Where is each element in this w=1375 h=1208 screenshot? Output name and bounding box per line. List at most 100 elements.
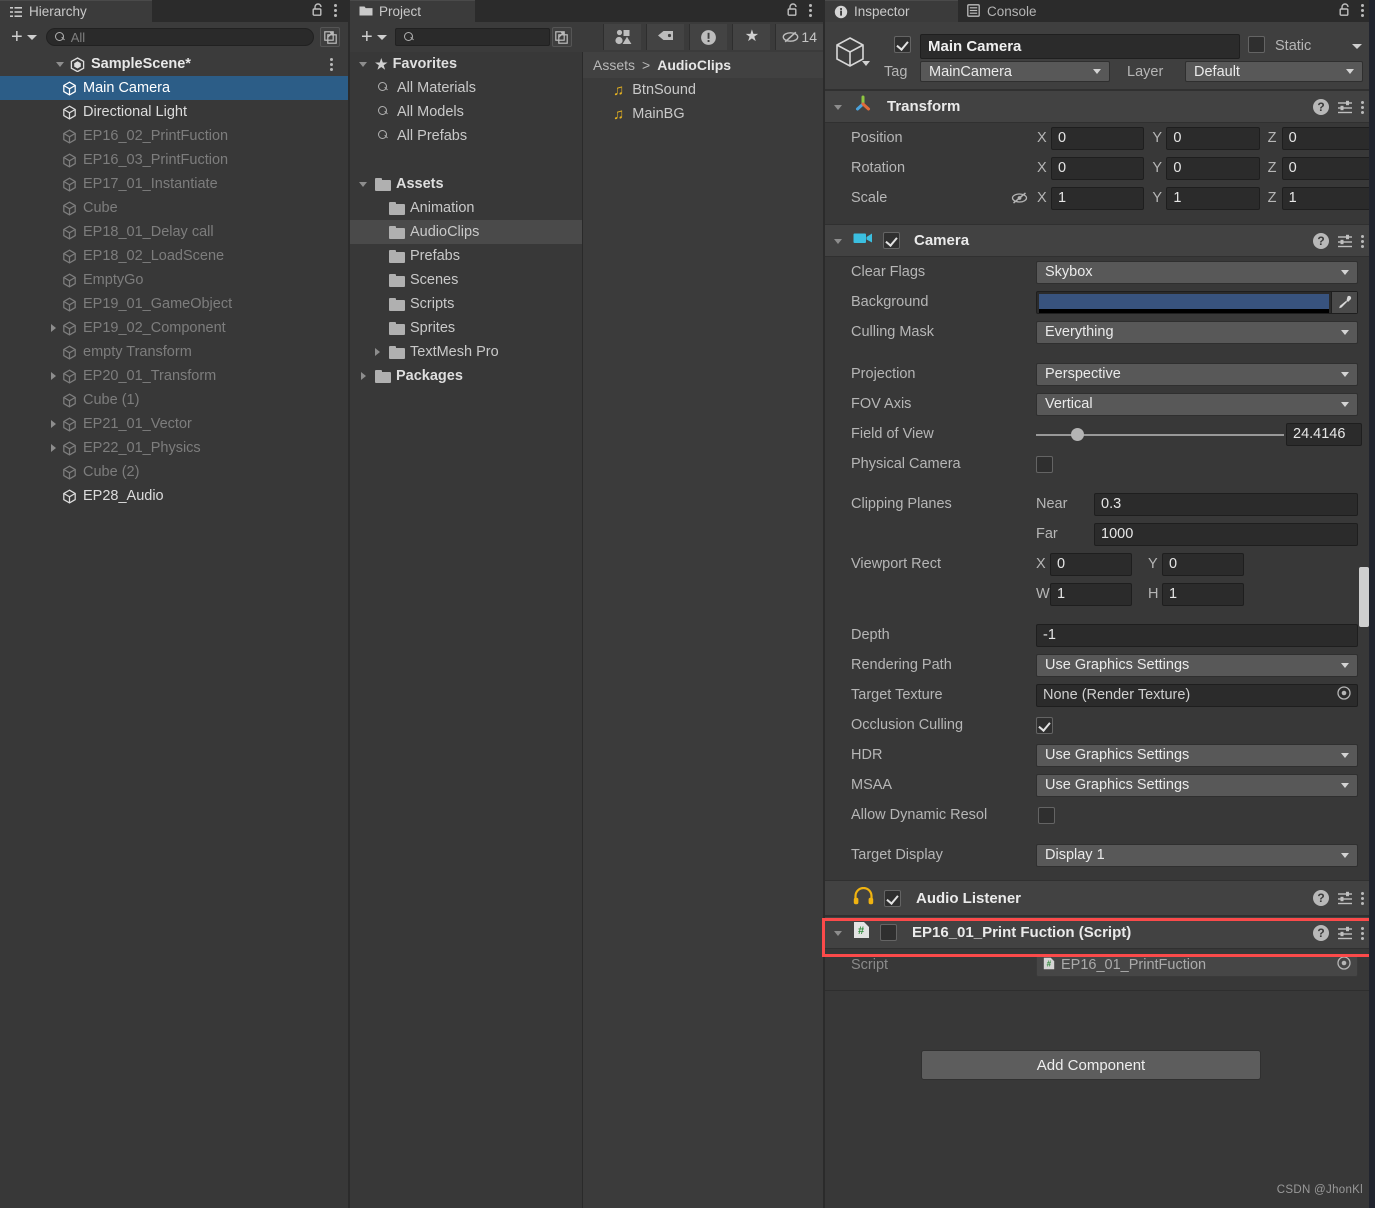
tab-project[interactable]: Project — [350, 0, 475, 22]
target-texture-field[interactable]: None (Render Texture) — [1036, 683, 1358, 707]
chevron-right-icon[interactable] — [358, 370, 370, 382]
preset-icon[interactable] — [1337, 925, 1353, 941]
depth-field[interactable]: -1 — [1036, 623, 1358, 647]
tab-console[interactable]: Console — [958, 0, 1080, 22]
hierarchy-item-cube-2[interactable]: Cube (2) — [0, 460, 348, 484]
eyedropper-button[interactable] — [1331, 291, 1357, 313]
hierarchy-item-ep28-audio[interactable]: EP28_Audio — [0, 484, 348, 508]
chevron-right-icon[interactable] — [48, 418, 60, 430]
project-packages-group[interactable]: Packages — [350, 364, 582, 388]
hdr-dropdown[interactable]: Use Graphics Settings — [1036, 743, 1358, 767]
create-object-button[interactable]: + — [8, 27, 40, 47]
project-folder-sprites[interactable]: Sprites — [350, 316, 582, 340]
object-enabled-checkbox[interactable] — [894, 36, 911, 53]
scrollbar-thumb[interactable] — [1359, 567, 1369, 627]
tab-inspector[interactable]: Inspector — [825, 0, 958, 22]
script-object-field[interactable]: # EP16_01_PrintFuction — [1036, 953, 1358, 977]
object-name-field[interactable]: Main Camera — [920, 34, 1240, 59]
hierarchy-item-ep21-01-vector[interactable]: EP21_01_Vector — [0, 412, 348, 436]
transform-component-header[interactable]: Transform ? — [825, 90, 1375, 123]
chevron-down-icon[interactable] — [55, 58, 67, 70]
label-filter-icon[interactable] — [646, 24, 685, 50]
project-menu-icon[interactable] — [809, 2, 813, 18]
project-file-btnsound[interactable]: ♫ BtnSound — [583, 78, 823, 102]
project-file-mainbg[interactable]: ♫ MainBG — [583, 102, 823, 126]
project-folder-scenes[interactable]: Scenes — [350, 268, 582, 292]
occlusion-culling-checkbox[interactable] — [1036, 716, 1053, 734]
project-folder-prefabs[interactable]: Prefabs — [350, 244, 582, 268]
chevron-down-icon[interactable] — [833, 101, 845, 113]
project-favorite-all-materials[interactable]: All Materials — [350, 76, 582, 100]
layer-dropdown[interactable]: Default — [1185, 61, 1363, 82]
hidden-count-icon[interactable]: 14 — [775, 24, 823, 50]
project-favorite-all-models[interactable]: All Models — [350, 100, 582, 124]
hierarchy-item-ep19-02-component[interactable]: EP19_02_Component — [0, 316, 348, 340]
transform-position-x-field[interactable]: 0 — [1051, 126, 1145, 150]
transform-rotation-y-field[interactable]: 0 — [1166, 156, 1260, 180]
help-icon[interactable]: ? — [1313, 890, 1329, 906]
hierarchy-item-empty-transform[interactable]: empty Transform — [0, 340, 348, 364]
hierarchy-item-ep17-01-instantiate[interactable]: EP17_01_Instantiate — [0, 172, 348, 196]
preset-icon[interactable] — [1337, 233, 1353, 249]
target-display-dropdown[interactable]: Display 1 — [1036, 843, 1358, 867]
script-component-header[interactable]: # EP16_01_Print Fuction (Script) ? — [825, 916, 1375, 949]
audio-listener-enabled-checkbox[interactable] — [884, 889, 901, 907]
inspector-menu-icon[interactable] — [1361, 2, 1365, 18]
hierarchy-item-ep16-02-printfuction[interactable]: EP16_02_PrintFuction — [0, 124, 348, 148]
hierarchy-item-main-camera[interactable]: Main Camera — [0, 76, 348, 100]
slider-knob[interactable] — [1070, 427, 1084, 441]
project-folder-scripts[interactable]: Scripts — [350, 292, 582, 316]
camera-enabled-checkbox[interactable] — [883, 232, 900, 249]
project-folder-animation[interactable]: Animation — [350, 196, 582, 220]
hierarchy-item-directional-light[interactable]: Directional Light — [0, 100, 348, 124]
warning-filter-icon[interactable] — [689, 24, 728, 50]
hierarchy-item-ep19-01-gameobject[interactable]: EP19_01_GameObject — [0, 292, 348, 316]
favorite-filter-icon[interactable]: ★ — [732, 24, 771, 50]
project-favorites-group[interactable]: ★ Favorites — [350, 52, 582, 76]
viewport-x-field[interactable]: 0 — [1050, 552, 1132, 576]
audio-listener-component-header[interactable]: Audio Listener ? — [825, 880, 1375, 916]
lock-icon[interactable] — [311, 3, 324, 17]
chevron-right-icon[interactable] — [372, 346, 384, 358]
transform-position-y-field[interactable]: 0 — [1166, 126, 1260, 150]
hierarchy-item-ep18-01-delay-call[interactable]: EP18_01_Delay call — [0, 220, 348, 244]
hierarchy-item-cube[interactable]: Cube — [0, 196, 348, 220]
culling-mask-dropdown[interactable]: Everything — [1036, 320, 1358, 344]
chevron-right-icon[interactable] — [48, 442, 60, 454]
breadcrumb-root[interactable]: Assets — [593, 57, 635, 73]
viewport-y-field[interactable]: 0 — [1162, 552, 1244, 576]
project-sortmode-button[interactable] — [551, 27, 572, 47]
chevron-down-icon[interactable] — [358, 178, 370, 190]
rendering-path-dropdown[interactable]: Use Graphics Settings — [1036, 653, 1358, 677]
hierarchy-item-cube-1[interactable]: Cube (1) — [0, 388, 348, 412]
script-enabled-checkbox[interactable] — [880, 924, 897, 941]
project-search-input[interactable] — [394, 28, 550, 46]
project-create-button[interactable]: + — [358, 27, 390, 47]
project-folder-audioclips[interactable]: AudioClips — [350, 220, 582, 244]
scene-menu-icon[interactable] — [330, 56, 334, 72]
object-picker-icon[interactable] — [1337, 686, 1351, 704]
breadcrumb-current[interactable]: AudioClips — [657, 57, 731, 73]
near-field[interactable]: 0.3 — [1094, 492, 1358, 516]
hierarchy-scene-row[interactable]: SampleScene* — [0, 52, 348, 76]
transform-scale-x-field[interactable]: 1 — [1051, 186, 1145, 210]
hierarchy-item-emptygo[interactable]: EmptyGo — [0, 268, 348, 292]
hierarchy-sortmode-button[interactable] — [320, 27, 340, 47]
hierarchy-menu-icon[interactable] — [334, 2, 338, 18]
static-checkbox[interactable] — [1248, 36, 1265, 53]
chevron-down-icon[interactable] — [358, 58, 370, 70]
lock-icon[interactable] — [786, 3, 799, 17]
fov-axis-dropdown[interactable]: Vertical — [1036, 392, 1358, 416]
hierarchy-item-ep18-02-loadscene[interactable]: EP18_02_LoadScene — [0, 244, 348, 268]
project-assets-group[interactable]: Assets — [350, 172, 582, 196]
transform-rotation-x-field[interactable]: 0 — [1051, 156, 1145, 180]
projection-dropdown[interactable]: Perspective — [1036, 362, 1358, 386]
field-of-view-slider[interactable] — [1036, 423, 1284, 446]
tag-dropdown[interactable]: MainCamera — [920, 61, 1110, 82]
hierarchy-item-ep16-03-printfuction[interactable]: EP16_03_PrintFuction — [0, 148, 348, 172]
hierarchy-search-input[interactable]: All — [45, 28, 314, 46]
help-icon[interactable]: ? — [1313, 232, 1329, 249]
chevron-right-icon[interactable] — [48, 370, 60, 382]
chevron-down-icon[interactable] — [833, 927, 845, 939]
asset-type-filter-icon[interactable] — [603, 24, 642, 50]
